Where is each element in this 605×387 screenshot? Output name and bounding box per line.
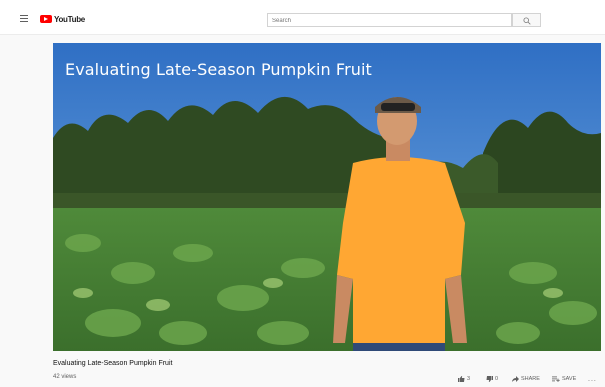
menu-icon[interactable] xyxy=(20,15,28,22)
logo-text: YouTube xyxy=(54,14,85,24)
save-label: SAVE xyxy=(562,376,577,382)
save-button[interactable]: SAVE xyxy=(552,376,576,382)
share-button[interactable]: SHARE xyxy=(512,376,540,382)
playlist-add-icon xyxy=(552,376,560,382)
share-icon xyxy=(512,376,519,382)
thumbs-down-icon xyxy=(486,376,493,382)
video-frame xyxy=(53,43,601,351)
video-player[interactable]: Evaluating Late-Season Pumpkin Fruit xyxy=(53,43,601,351)
like-button[interactable]: 3 xyxy=(458,376,470,382)
top-bar: YouTube xyxy=(0,0,605,35)
like-count: 3 xyxy=(467,376,471,382)
search-input[interactable] xyxy=(267,13,512,27)
video-overlay-title: Evaluating Late-Season Pumpkin Fruit xyxy=(65,60,372,79)
share-label: SHARE xyxy=(521,376,540,382)
search-button[interactable] xyxy=(512,13,541,27)
youtube-play-icon xyxy=(40,15,52,23)
dislike-count: 0 xyxy=(495,376,499,382)
youtube-logo[interactable]: YouTube xyxy=(40,14,85,24)
search-icon xyxy=(523,17,531,25)
thumbs-up-icon xyxy=(458,376,465,382)
video-title: Evaluating Late-Season Pumpkin Fruit xyxy=(53,360,173,367)
view-count: 42 views xyxy=(53,374,77,380)
more-actions-button[interactable]: ... xyxy=(588,376,597,383)
dislike-button[interactable]: 0 xyxy=(486,376,498,382)
